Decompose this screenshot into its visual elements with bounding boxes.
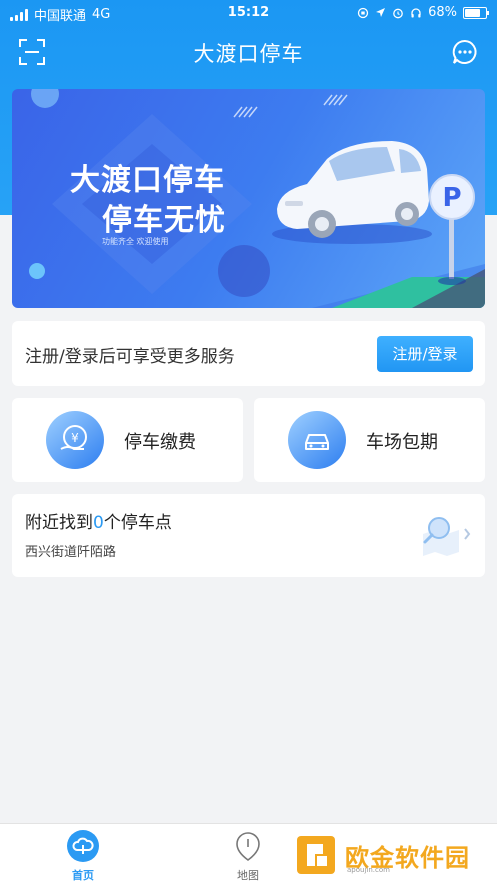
parking-payment-card[interactable]: ¥ 停车缴费 [12, 398, 243, 482]
lot-subscription-label: 车场包期 [366, 432, 438, 453]
orientation-lock-icon [357, 7, 369, 18]
nearby-suffix: 个停车点 [103, 513, 172, 533]
banner-subtitle: 功能齐全 欢迎使用 [102, 237, 169, 246]
battery-icon [463, 6, 489, 19]
message-icon[interactable] [451, 38, 479, 66]
yen-payment-icon: ¥ [46, 411, 104, 469]
login-card: 注册/登录后可享受更多服务 注册/登录 [12, 321, 485, 386]
login-prompt: 注册/登录后可享受更多服务 [25, 347, 235, 367]
nearby-count: 0 [93, 513, 104, 533]
watermark-url: apoujin.com [347, 866, 390, 874]
home-cloud-icon [67, 830, 99, 862]
tab-home[interactable]: 首页 [48, 830, 118, 883]
banner-title-line1: 大渡口停车 [70, 163, 225, 198]
nearby-title: 附近找到0个停车点 [25, 508, 172, 533]
parking-sign-icon: P [429, 174, 475, 285]
headphones-icon [411, 7, 421, 17]
watermark: 欧金软件园 apoujin.com [293, 832, 490, 878]
battery-percent: 68% [428, 5, 457, 20]
car-icon [288, 411, 346, 469]
svg-text:¥: ¥ [71, 431, 79, 445]
watermark-logo-icon [297, 836, 335, 874]
tab-map[interactable]: 地图 [213, 830, 283, 883]
map-pin-icon [236, 832, 260, 861]
location-arrow-icon [376, 8, 386, 17]
map-search-icon [423, 517, 471, 556]
page-title: 大渡口停车 [193, 42, 304, 66]
lot-subscription-card[interactable]: 车场包期 [254, 398, 485, 482]
status-bar: 中国联通 4G 15:12 68% [0, 0, 497, 26]
svg-text:P: P [442, 183, 461, 213]
nearby-parking-card[interactable]: 附近找到0个停车点 西兴街道阡陌路 [12, 494, 485, 577]
car-illustration [272, 141, 432, 244]
register-login-button[interactable]: 注册/登录 [377, 336, 473, 372]
nearby-prefix: 附近找到 [25, 513, 93, 533]
nearby-address: 西兴街道阡陌路 [25, 545, 117, 560]
tab-map-label: 地图 [237, 869, 259, 882]
nav-bar: 大渡口停车 [0, 26, 497, 78]
promo-banner[interactable]: P 大渡口停车 停车无忧 功能齐全 欢迎使用 [12, 89, 485, 308]
status-right: 68% [357, 5, 489, 20]
parking-payment-label: 停车缴费 [124, 432, 196, 453]
banner-title-line2: 停车无忧 [102, 203, 226, 238]
tab-home-label: 首页 [72, 869, 94, 882]
alarm-icon [393, 8, 403, 18]
